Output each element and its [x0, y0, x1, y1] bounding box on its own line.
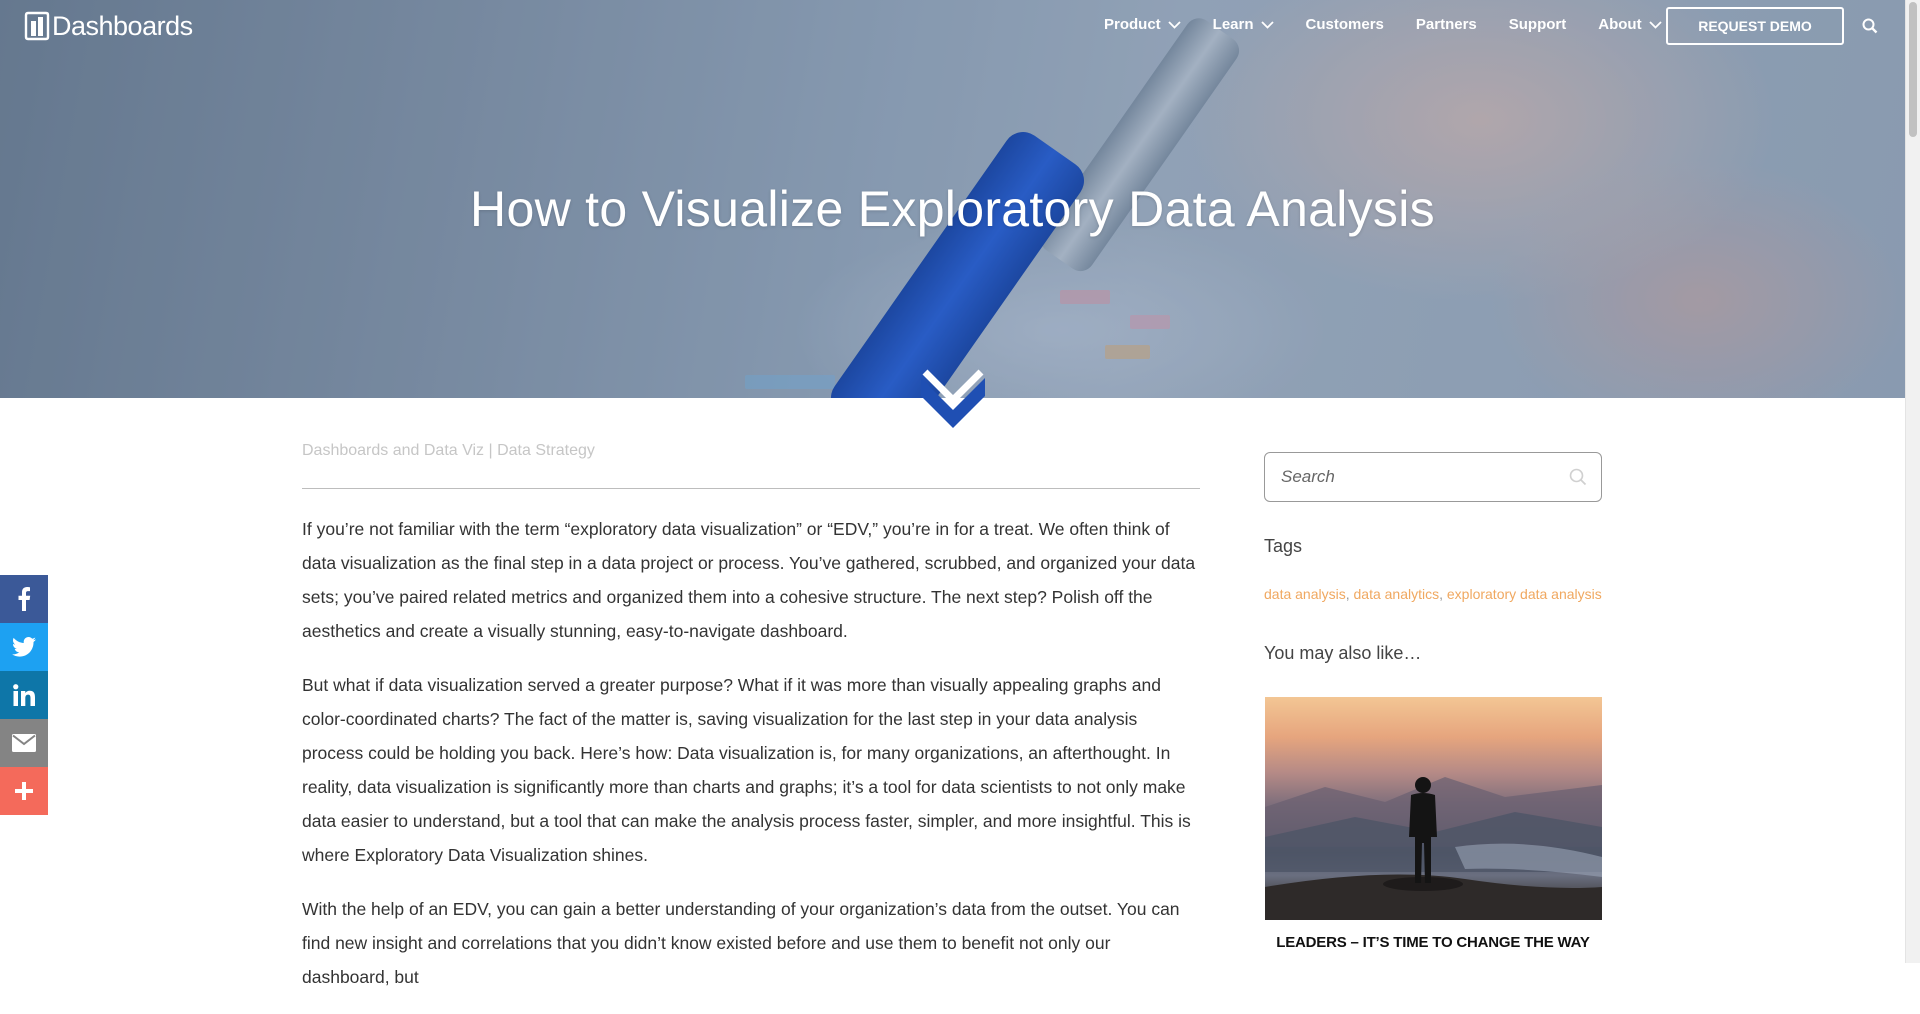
divider — [302, 488, 1200, 489]
nav-item-label: Customers — [1305, 16, 1384, 33]
nav-item-label: About — [1598, 16, 1642, 33]
nav-item-label: Support — [1508, 16, 1567, 33]
share-facebook-button[interactable] — [0, 575, 48, 623]
tag-link-data-analytics[interactable]: data analytics — [1354, 586, 1440, 602]
social-share-bar — [0, 575, 48, 815]
search-icon[interactable] — [1569, 468, 1587, 486]
related-post-title[interactable]: LEADERS – IT’S TIME TO CHANGE THE WAY — [1264, 934, 1602, 951]
logo-icon — [24, 11, 50, 41]
facebook-icon — [18, 587, 31, 611]
tag-link-data-analysis[interactable]: data analysis — [1264, 586, 1346, 602]
tags-heading: Tags — [1264, 536, 1303, 556]
request-demo-button[interactable]: REQUEST DEMO — [1666, 7, 1844, 45]
nav-item-about[interactable]: About — [1598, 16, 1662, 33]
page-scrollbar[interactable] — [1905, 0, 1920, 963]
article-paragraph: But what if data visualization served a … — [302, 675, 1191, 865]
share-more-button[interactable] — [0, 767, 48, 815]
email-icon — [12, 734, 36, 752]
nav-item-learn[interactable]: Learn — [1213, 16, 1274, 33]
share-email-button[interactable] — [0, 719, 48, 767]
logo-text: Dashboards — [52, 10, 193, 41]
scrollbar-thumb[interactable] — [1909, 2, 1917, 137]
twitter-icon — [12, 637, 36, 657]
category-separator: | — [484, 442, 498, 459]
chevron-down-icon — [1648, 20, 1662, 29]
article-paragraph: If you’re not familiar with the term “ex… — [302, 519, 1196, 641]
search-icon[interactable] — [1862, 18, 1878, 34]
related-post-image[interactable] — [1265, 697, 1602, 920]
chevron-down-icon[interactable] — [921, 368, 985, 430]
related-heading: You may also like… — [1264, 643, 1422, 663]
tag-separator: , — [1345, 586, 1354, 602]
post-categories: Dashboards and Data Viz | Data Strategy — [302, 442, 595, 460]
chevron-down-icon — [1260, 20, 1274, 29]
nav-item-customers[interactable]: Customers — [1306, 16, 1384, 33]
share-twitter-button[interactable] — [0, 623, 48, 671]
nav-item-label: Partners — [1415, 16, 1477, 33]
tag-separator: , — [1439, 586, 1447, 602]
hero-banner: How to Visualize Exploratory Data Analys… — [0, 0, 1905, 398]
tag-list: data analysis, data analytics, explorato… — [1264, 586, 1602, 602]
share-linkedin-button[interactable] — [0, 671, 48, 719]
nav-item-support[interactable]: Support — [1509, 16, 1567, 33]
nav-item-product[interactable]: Product — [1104, 16, 1181, 33]
article-body: If you’re not familiar with the term “ex… — [302, 512, 1202, 1014]
logo[interactable]: Dashboards — [24, 10, 193, 42]
page-title: How to Visualize Exploratory Data Analys… — [470, 181, 1435, 237]
nav-item-label: Product — [1104, 16, 1161, 33]
linkedin-icon — [13, 684, 35, 706]
category-link-dashboards-data-viz[interactable]: Dashboards and Data Viz — [302, 442, 484, 459]
related-post-illustration — [1265, 777, 1602, 920]
plus-icon — [15, 782, 33, 800]
category-link-data-strategy[interactable]: Data Strategy — [497, 442, 595, 459]
nav-item-label: Learn — [1212, 16, 1254, 33]
main-nav: Product Learn Customers Partners Support… — [1104, 16, 1694, 33]
chevron-down-icon — [1168, 20, 1181, 29]
tag-link-exploratory-data-analysis[interactable]: exploratory data analysis — [1447, 586, 1602, 602]
search-input[interactable] — [1279, 466, 1569, 488]
nav-item-partners[interactable]: Partners — [1416, 16, 1477, 33]
sidebar-search — [1264, 452, 1602, 502]
article-paragraph: With the help of an EDV, you can gain a … — [302, 899, 1180, 987]
